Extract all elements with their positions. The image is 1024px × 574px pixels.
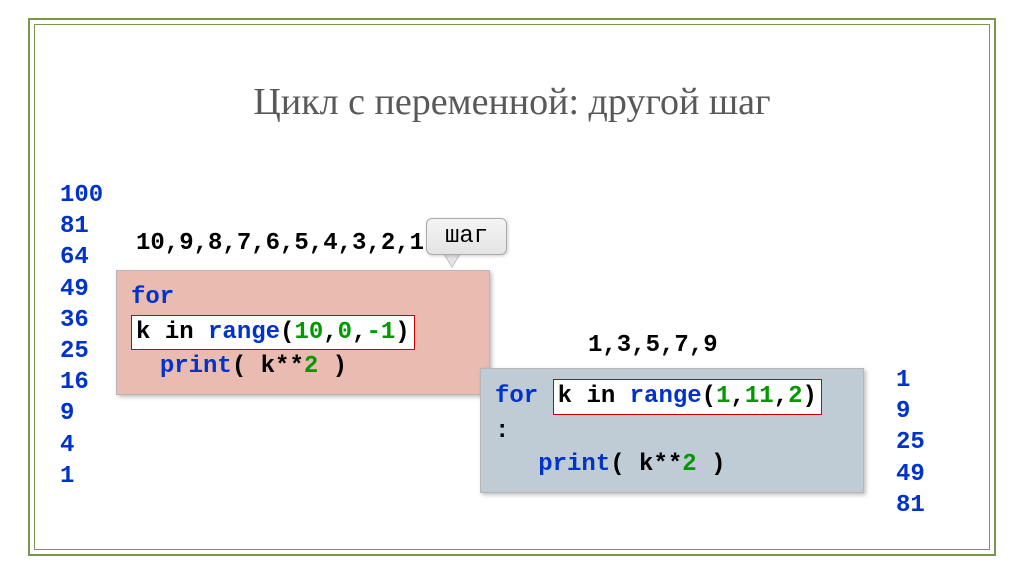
callout-tail <box>444 253 460 267</box>
keyword-in: in <box>586 383 615 410</box>
paren-close: ) <box>333 353 347 380</box>
output-line: 49 <box>896 459 925 490</box>
fn-print: print <box>160 353 232 380</box>
output-right: 1 9 25 49 81 <box>896 365 925 521</box>
output-line: 16 <box>60 367 103 398</box>
comma: , <box>730 383 744 410</box>
output-line: 25 <box>896 427 925 458</box>
code-block-right: for k in range(1,11,2) : print( k**2 ) <box>480 368 864 493</box>
output-line: 1 <box>896 365 925 396</box>
num: 2 <box>682 451 696 478</box>
page-title: Цикл с переменной: другой шаг <box>0 80 1024 124</box>
code-block-left: for k in range(10,0,-1) print( k**2 ) <box>116 270 490 395</box>
num: -1 <box>366 319 395 346</box>
num: 11 <box>745 383 774 410</box>
paren-open: ( <box>232 353 246 380</box>
sequence-right: 1,3,5,7,9 <box>588 332 718 359</box>
paren-close: ) <box>803 383 817 410</box>
paren-close: ) <box>711 451 725 478</box>
output-left: 100 81 64 49 36 25 16 9 4 1 <box>60 180 103 492</box>
step-label: шаг <box>426 218 507 255</box>
paren-open: ( <box>610 451 624 478</box>
output-line: 100 <box>60 180 103 211</box>
output-line: 36 <box>60 305 103 336</box>
op: ** <box>275 353 304 380</box>
comma: , <box>323 319 337 346</box>
output-line: 25 <box>60 336 103 367</box>
slide: Цикл с переменной: другой шаг 100 81 64 … <box>0 0 1024 574</box>
sequence-left: 10,9,8,7,6,5,4,3,2,1 <box>136 230 424 257</box>
range-highlight: k in range(1,11,2) <box>553 379 822 415</box>
comma: , <box>352 319 366 346</box>
colon: : <box>495 418 509 445</box>
var-k: k <box>136 319 150 346</box>
op: ** <box>653 451 682 478</box>
code-line: print( k**2 ) <box>495 448 845 482</box>
paren-close: ) <box>395 319 409 346</box>
output-line: 1 <box>60 461 103 492</box>
var-k: k <box>558 383 572 410</box>
output-line: 81 <box>60 211 103 242</box>
output-line: 49 <box>60 274 103 305</box>
num: 0 <box>338 319 352 346</box>
var-k: k <box>639 451 653 478</box>
range-highlight: k in range(10,0,-1) <box>131 315 415 351</box>
num: 1 <box>716 383 730 410</box>
keyword-for: for <box>131 284 174 311</box>
keyword-in: in <box>165 319 194 346</box>
num: 10 <box>294 319 323 346</box>
paren-open: ( <box>702 383 716 410</box>
output-line: 9 <box>60 398 103 429</box>
code-line: for k in range(1,11,2) : <box>495 379 845 448</box>
output-line: 9 <box>896 396 925 427</box>
num: 2 <box>788 383 802 410</box>
fn-print: print <box>538 451 610 478</box>
var-k: k <box>261 353 275 380</box>
paren-open: ( <box>280 319 294 346</box>
num: 2 <box>304 353 318 380</box>
comma: , <box>774 383 788 410</box>
output-line: 81 <box>896 490 925 521</box>
fn-range: range <box>630 383 702 410</box>
output-line: 4 <box>60 430 103 461</box>
code-line: print( k**2 ) <box>131 350 471 384</box>
keyword-for: for <box>495 383 538 410</box>
fn-range: range <box>208 319 280 346</box>
code-line: for k in range(10,0,-1) <box>131 281 471 350</box>
output-line: 64 <box>60 242 103 273</box>
